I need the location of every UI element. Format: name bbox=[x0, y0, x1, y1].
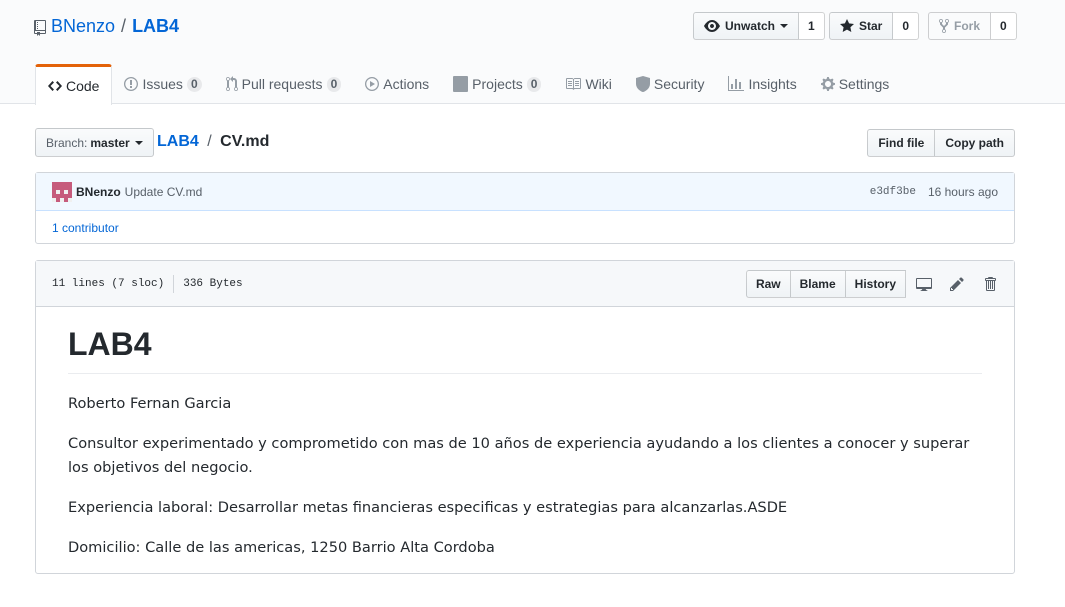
find-file-button[interactable]: Find file bbox=[867, 129, 936, 157]
breadcrumb-file: CV.md bbox=[220, 133, 270, 150]
tab-code[interactable]: Code bbox=[35, 64, 113, 105]
desktop-icon[interactable] bbox=[916, 276, 932, 292]
graph-icon bbox=[728, 76, 745, 91]
file-header: 11 lines (7 sloc) 336 Bytes Raw Blame Hi… bbox=[36, 261, 1014, 307]
star-group: Star 0 bbox=[829, 12, 920, 40]
breadcrumb-root-link[interactable]: LAB4 bbox=[157, 133, 199, 150]
watch-label: Unwatch bbox=[725, 19, 776, 33]
title-separator: / bbox=[121, 16, 127, 36]
fork-label: Fork bbox=[954, 19, 981, 33]
fork-group: Fork 0 bbox=[928, 12, 1017, 40]
repo-name-link[interactable]: LAB4 bbox=[132, 14, 179, 38]
breadcrumb-separator: / bbox=[207, 133, 212, 150]
forks-count[interactable]: 0 bbox=[991, 12, 1017, 40]
file-lines: 11 lines (7 sloc) bbox=[52, 277, 165, 290]
book-icon bbox=[566, 78, 582, 90]
tab-label: Projects bbox=[472, 76, 523, 92]
pull-requests-count-badge: 0 bbox=[326, 76, 342, 92]
tab-label: Actions bbox=[383, 76, 430, 92]
markdown-paragraph: Roberto Fernan Garcia bbox=[68, 395, 232, 412]
commit-sha-link[interactable]: e3df3be bbox=[870, 186, 916, 198]
avatar[interactable] bbox=[52, 181, 72, 202]
branch-select-button[interactable]: Branch: master bbox=[35, 128, 154, 157]
star-label: Star bbox=[859, 19, 883, 33]
chevron-down-icon bbox=[134, 140, 143, 145]
commit-message-link[interactable]: Update CV.md bbox=[125, 185, 203, 199]
pencil-icon[interactable] bbox=[949, 276, 965, 292]
markdown-paragraph: Experiencia laboral: Desarrollar metas f… bbox=[68, 499, 788, 516]
tab-label: Settings bbox=[838, 76, 890, 92]
file-navigation-buttons: Find file Copy path bbox=[867, 129, 1015, 157]
pull-request-icon bbox=[225, 76, 238, 92]
raw-button[interactable]: Raw bbox=[745, 269, 791, 298]
file-actions: Raw Blame History bbox=[745, 269, 998, 298]
watch-button[interactable]: Unwatch bbox=[693, 12, 800, 40]
projects-count-badge: 0 bbox=[526, 76, 542, 92]
repo-icon bbox=[34, 18, 46, 36]
fork-icon bbox=[939, 18, 949, 34]
tab-label: Pull requests bbox=[241, 76, 323, 92]
tab-wiki[interactable]: Wiki bbox=[553, 64, 623, 104]
file-box: 11 lines (7 sloc) 336 Bytes Raw Blame Hi… bbox=[35, 260, 1015, 574]
tab-settings[interactable]: Settings bbox=[809, 64, 902, 104]
issue-icon bbox=[124, 77, 139, 91]
tab-label: Code bbox=[66, 78, 100, 94]
tab-security[interactable]: Security bbox=[624, 64, 717, 104]
gear-icon bbox=[820, 77, 835, 91]
markdown-paragraph: Domicilio: Calle de las americas, 1250 B… bbox=[68, 539, 495, 556]
repo-title: BNenzo / LAB4 bbox=[34, 14, 179, 38]
copy-path-button[interactable]: Copy path bbox=[935, 129, 1015, 157]
watchers-count[interactable]: 1 bbox=[799, 12, 825, 40]
markdown-paragraph: Consultor experimentado y comprometido c… bbox=[68, 435, 970, 476]
shield-icon bbox=[635, 76, 650, 92]
file-info: 11 lines (7 sloc) 336 Bytes bbox=[52, 274, 243, 293]
tab-label: Security bbox=[653, 76, 705, 92]
blame-button[interactable]: Blame bbox=[790, 269, 846, 298]
history-button[interactable]: History bbox=[845, 269, 906, 298]
trash-icon[interactable] bbox=[982, 276, 998, 292]
issues-count-badge: 0 bbox=[186, 76, 202, 92]
commit-box: BNenzo Update CV.md e3df3be 16 hours ago… bbox=[35, 172, 1015, 244]
repo-header: BNenzo / LAB4 Unwatch 1 Star 0 Fork 0 Co… bbox=[0, 0, 1065, 105]
file-size: 336 Bytes bbox=[183, 277, 243, 290]
tab-actions[interactable]: Actions bbox=[353, 64, 441, 104]
stargazers-count[interactable]: 0 bbox=[893, 12, 920, 40]
commit-author-link[interactable]: BNenzo bbox=[76, 185, 121, 199]
watch-group: Unwatch 1 bbox=[693, 12, 825, 40]
project-icon bbox=[453, 76, 469, 92]
commit-meta: e3df3be 16 hours ago bbox=[870, 185, 998, 199]
breadcrumb: LAB4 / CV.md bbox=[157, 132, 269, 152]
eye-icon bbox=[704, 20, 720, 32]
code-icon bbox=[48, 81, 62, 91]
readme-content: LAB4 Roberto Fernan Garcia Consultor exp… bbox=[36, 325, 1014, 560]
repo-nav: Code Issues 0 Pull requests 0 Actions Pr… bbox=[35, 64, 902, 105]
file-info-divider bbox=[173, 274, 175, 293]
branch-name: master bbox=[90, 135, 130, 150]
chevron-down-icon bbox=[780, 24, 789, 28]
tab-issues[interactable]: Issues 0 bbox=[112, 64, 213, 104]
markdown-heading: LAB4 bbox=[68, 325, 982, 374]
star-icon bbox=[840, 19, 854, 32]
tab-projects[interactable]: Projects 0 bbox=[441, 64, 553, 104]
commit-tease: BNenzo Update CV.md e3df3be 16 hours ago bbox=[36, 173, 1014, 211]
tab-pull-requests[interactable]: Pull requests 0 bbox=[214, 64, 354, 104]
star-button[interactable]: Star bbox=[829, 12, 894, 40]
tab-label: Wiki bbox=[585, 76, 612, 92]
fork-button[interactable]: Fork bbox=[928, 12, 992, 40]
tab-label: Issues bbox=[142, 76, 183, 92]
repo-owner-link[interactable]: BNenzo bbox=[51, 14, 115, 38]
contributors-link[interactable]: 1 contributor bbox=[36, 211, 1014, 244]
tab-insights[interactable]: Insights bbox=[716, 64, 808, 104]
play-icon bbox=[365, 77, 380, 91]
tab-label: Insights bbox=[748, 76, 797, 92]
branch-prefix: Branch: bbox=[46, 135, 88, 150]
commit-time: 16 hours ago bbox=[927, 184, 998, 199]
